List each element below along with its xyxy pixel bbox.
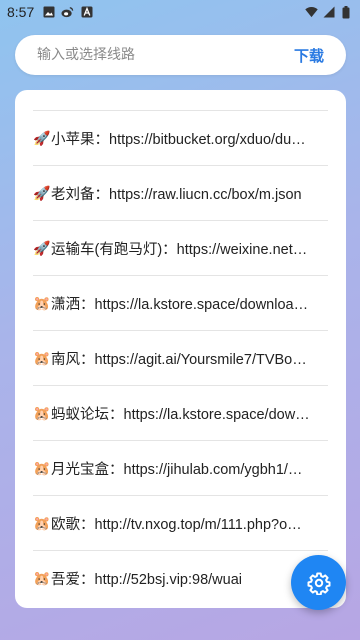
image-icon <box>42 6 55 19</box>
route-label: 吾爱：http://52bsj.vip:98/wuai <box>51 571 243 588</box>
rocket-icon: 🚀 <box>33 129 51 146</box>
route-item[interactable]: 🐹 月光宝盒：https://jihulab.com/ygbh1/… <box>33 441 328 496</box>
search-bar: 下载 <box>15 35 346 75</box>
route-label: 欧歌：http://tv.nxog.top/m/111.php?o… <box>51 516 302 533</box>
route-item[interactable]: 🚀 老刘备：https://raw.liucn.cc/box/m.json <box>33 166 328 221</box>
hamster-icon: 🐹 <box>33 349 51 366</box>
route-item[interactable]: 🚀 小苹果：https://bitbucket.org/xduo/du… <box>33 111 328 166</box>
route-list[interactable]: 🚀 小苹果：https://bitbucket.org/xduo/du… 🚀 老… <box>33 111 328 605</box>
route-item[interactable]: 🐹 潇洒：https://la.kstore.space/downloa… <box>33 276 328 331</box>
route-item[interactable]: 🐹 蚂蚁论坛：https://la.kstore.space/dow… <box>33 386 328 441</box>
route-label: 潇洒：https://la.kstore.space/downloa… <box>51 296 309 313</box>
route-label: 蚂蚁论坛：https://la.kstore.space/dow… <box>51 406 310 423</box>
route-label: 老刘备：https://raw.liucn.cc/box/m.json <box>51 186 302 203</box>
hamster-icon: 🐹 <box>33 404 51 421</box>
wifi-icon <box>305 6 318 19</box>
route-search-input[interactable] <box>35 46 294 64</box>
route-label: 小苹果：https://bitbucket.org/xduo/du… <box>51 131 306 148</box>
hamster-icon: 🐹 <box>33 294 51 311</box>
notification-icons <box>42 6 93 19</box>
route-list-card: 🚀 小苹果：https://bitbucket.org/xduo/du… 🚀 老… <box>15 90 346 608</box>
route-item[interactable]: 🐹 欧歌：http://tv.nxog.top/m/111.php?o… <box>33 496 328 551</box>
route-label: 运输车(有跑马灯)：https://weixine.net… <box>51 241 308 258</box>
download-button[interactable]: 下载 <box>294 45 324 66</box>
rocket-icon: 🚀 <box>33 184 51 201</box>
route-label: 南风：https://agit.ai/Yoursmile7/TVBo… <box>51 351 307 368</box>
status-time: 8:57 <box>7 4 35 20</box>
route-label: 月光宝盒：https://jihulab.com/ygbh1/… <box>51 461 303 478</box>
route-item[interactable]: 🐹 南风：https://agit.ai/Yoursmile7/TVBo… <box>33 331 328 386</box>
route-item[interactable]: 🚀 运输车(有跑马灯)：https://weixine.net… <box>33 221 328 276</box>
settings-fab[interactable] <box>291 555 346 610</box>
hamster-icon: 🐹 <box>33 569 51 586</box>
route-item[interactable]: 🐹 吾爱：http://52bsj.vip:98/wuai <box>33 551 328 605</box>
gear-icon <box>307 572 330 595</box>
status-bar: 8:57 <box>0 0 360 24</box>
signal-icon <box>322 6 335 19</box>
hamster-icon: 🐹 <box>33 459 51 476</box>
rocket-icon: 🚀 <box>33 239 51 256</box>
battery-icon <box>339 5 352 19</box>
app-a-icon <box>80 6 93 19</box>
hamster-icon: 🐹 <box>33 514 51 531</box>
system-icons <box>305 5 352 19</box>
weibo-icon <box>61 6 74 19</box>
